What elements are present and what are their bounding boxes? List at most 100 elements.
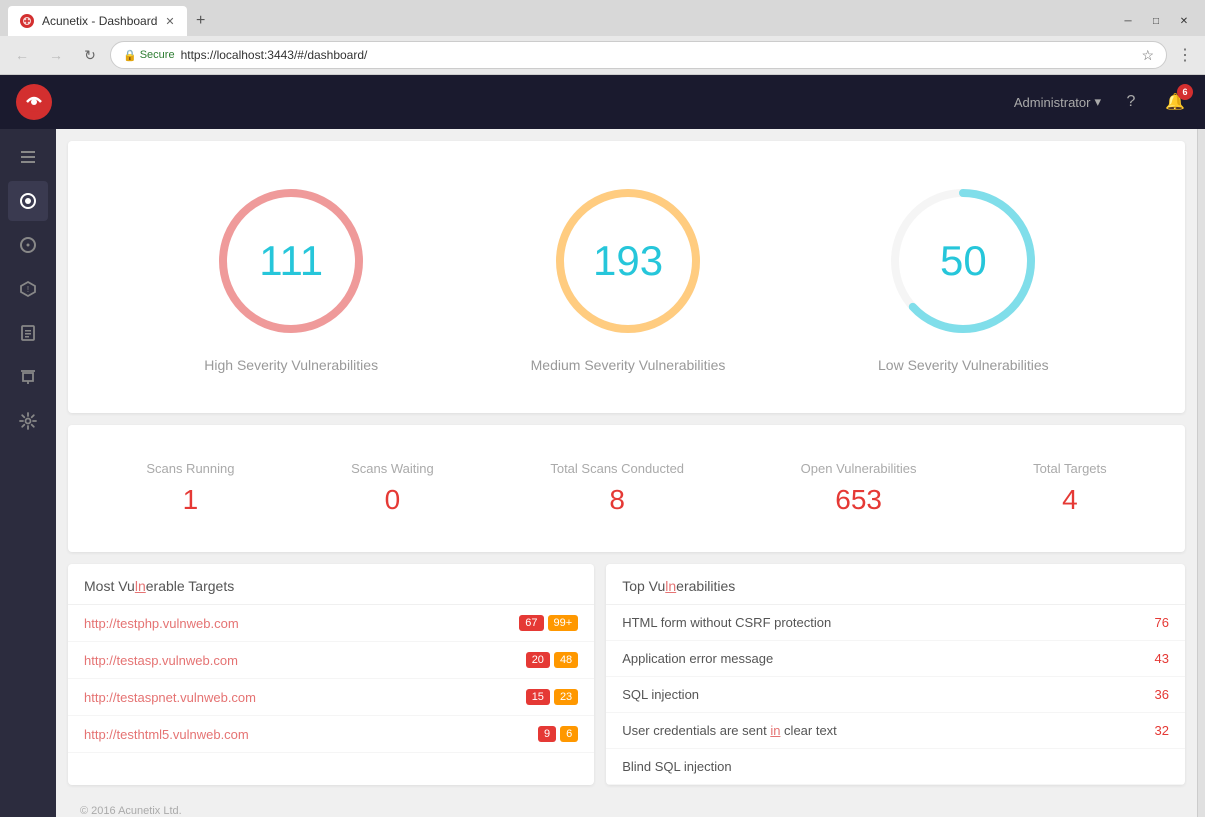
high-severity-value: 111 [259,237,323,285]
vuln-count-3: 36 [1155,687,1169,702]
badge-medium-1: 99+ [548,615,579,631]
sidebar-item-list[interactable] [8,137,48,177]
close-btn[interactable]: ✕ [1171,8,1197,34]
target-badges-1: 67 99+ [519,615,578,631]
notification-badge: 6 [1177,84,1193,100]
total-scans-stat: Total Scans Conducted 8 [550,461,684,516]
target-link-4[interactable]: http://testhtml5.vulnweb.com [84,727,538,742]
app-header: Administrator ▾ ? 🔔 6 [0,75,1205,129]
badge-medium-3: 23 [554,689,578,705]
open-vulns-label: Open Vulnerabilities [801,461,917,476]
sidebar-item-dashboard[interactable] [8,181,48,221]
scans-running-label: Scans Running [146,461,234,476]
chrome-menu-icon[interactable]: ⋮ [1173,43,1197,67]
total-scans-value: 8 [609,484,625,516]
vuln-count-2: 43 [1155,651,1169,666]
stats-card: Scans Running 1 Scans Waiting 0 Total Sc… [68,425,1185,552]
scans-running-value: 1 [183,484,199,516]
medium-severity-label: Medium Severity Vulnerabilities [531,357,726,373]
medium-severity-circle: 193 [548,181,708,341]
tab-bar: Acunetix - Dashboard ✕ + ─ □ ✕ [0,0,1205,36]
low-severity-item: 50 Low Severity Vulnerabilities [878,181,1049,373]
scans-waiting-stat: Scans Waiting 0 [351,461,434,516]
help-icon[interactable]: ? [1117,88,1145,116]
sidebar-item-vulnerabilities[interactable]: ! [8,269,48,309]
top-vulnerabilities-header: Top Vulnerabilities [606,564,1185,605]
target-badges-2: 20 48 [526,652,579,668]
total-targets-label: Total Targets [1033,461,1106,476]
low-severity-value: 50 [940,237,987,285]
severity-section: 111 High Severity Vulnerabilities 193 Me… [88,161,1165,393]
badge-high-3: 15 [526,689,550,705]
stats-row: Scans Running 1 Scans Waiting 0 Total Sc… [88,445,1165,532]
back-btn[interactable]: ← [8,41,36,69]
url-bar[interactable]: 🔒 Secure https://localhost:3443/#/dashbo… [110,41,1167,69]
low-severity-label: Low Severity Vulnerabilities [878,357,1049,373]
high-severity-circle: 111 [211,181,371,341]
vuln-name-3: SQL injection [622,687,1154,702]
reload-btn[interactable]: ↻ [76,41,104,69]
scans-waiting-label: Scans Waiting [351,461,434,476]
target-item-2: http://testasp.vulnweb.com 20 48 [68,642,594,679]
vuln-name-4: User credentials are sent in clear text [622,723,1154,738]
vuln-item-3: SQL injection 36 [606,677,1185,713]
browser-chrome: Acunetix - Dashboard ✕ + ─ □ ✕ ← → ↻ 🔒 S… [0,0,1205,75]
address-bar: ← → ↻ 🔒 Secure https://localhost:3443/#/… [0,36,1205,74]
total-scans-label: Total Scans Conducted [550,461,684,476]
scans-waiting-value: 0 [385,484,401,516]
window-controls: ─ □ ✕ [1115,8,1197,34]
maximize-btn[interactable]: □ [1143,8,1169,34]
minimize-btn[interactable]: ─ [1115,8,1141,34]
sidebar-item-targets[interactable] [8,357,48,397]
scans-running-stat: Scans Running 1 [146,461,234,516]
sidebar-item-scans[interactable] [8,225,48,265]
vuln-item-2: Application error message 43 [606,641,1185,677]
target-link-3[interactable]: http://testaspnet.vulnweb.com [84,690,526,705]
most-vulnerable-panel: Most Vulnerable Targets http://testphp.v… [68,564,594,785]
new-tab-btn[interactable]: + [187,7,215,35]
high-severity-label: High Severity Vulnerabilities [204,357,378,373]
admin-menu-btn[interactable]: Administrator ▾ [1014,94,1101,110]
target-link-2[interactable]: http://testasp.vulnweb.com [84,653,526,668]
total-targets-stat: Total Targets 4 [1033,461,1106,516]
bookmark-icon[interactable]: ☆ [1141,47,1154,64]
target-badges-4: 9 6 [538,726,578,742]
header-right: Administrator ▾ ? 🔔 6 [1014,88,1189,116]
severity-card: 111 High Severity Vulnerabilities 193 Me… [68,141,1185,413]
lock-icon: 🔒 [123,49,137,62]
badge-medium-4: 6 [560,726,578,742]
tab-close-btn[interactable]: ✕ [165,15,174,28]
secure-badge: 🔒 Secure [123,49,175,62]
forward-btn[interactable]: → [42,41,70,69]
open-vulns-value: 653 [835,484,882,516]
tab-favicon [20,14,34,28]
scrollbar[interactable] [1197,129,1205,817]
sidebar-item-settings[interactable] [8,401,48,441]
vuln-name-5: Blind SQL injection [622,759,1169,774]
app-logo[interactable] [16,84,52,120]
target-badges-3: 15 23 [526,689,579,705]
vuln-item-5: Blind SQL injection [606,749,1185,785]
dropdown-arrow-icon: ▾ [1094,94,1101,110]
active-tab[interactable]: Acunetix - Dashboard ✕ [8,6,187,36]
url-text: https://localhost:3443/#/dashboard/ [181,48,1136,62]
target-link-1[interactable]: http://testphp.vulnweb.com [84,616,519,631]
target-item-4: http://testhtml5.vulnweb.com 9 6 [68,716,594,753]
badge-high-4: 9 [538,726,556,742]
medium-severity-value: 193 [593,237,663,285]
medium-severity-item: 193 Medium Severity Vulnerabilities [531,181,726,373]
vulnerable-targets-list: http://testphp.vulnweb.com 67 99+ http:/… [68,605,594,753]
target-item-1: http://testphp.vulnweb.com 67 99+ [68,605,594,642]
low-severity-circle: 50 [883,181,1043,341]
high-severity-item: 111 High Severity Vulnerabilities [204,181,378,373]
most-vulnerable-header: Most Vulnerable Targets [68,564,594,605]
footer: © 2016 Acunetix Ltd. [68,797,1185,817]
vulnerabilities-list: HTML form without CSRF protection 76 App… [606,605,1185,785]
notification-bell[interactable]: 🔔 6 [1161,88,1189,116]
badge-high-2: 20 [526,652,550,668]
sidebar-item-reports[interactable] [8,313,48,353]
target-item-3: http://testaspnet.vulnweb.com 15 23 [68,679,594,716]
tab-title: Acunetix - Dashboard [42,14,157,28]
vuln-item-1: HTML form without CSRF protection 76 [606,605,1185,641]
main-layout: ! 111 [0,129,1205,817]
